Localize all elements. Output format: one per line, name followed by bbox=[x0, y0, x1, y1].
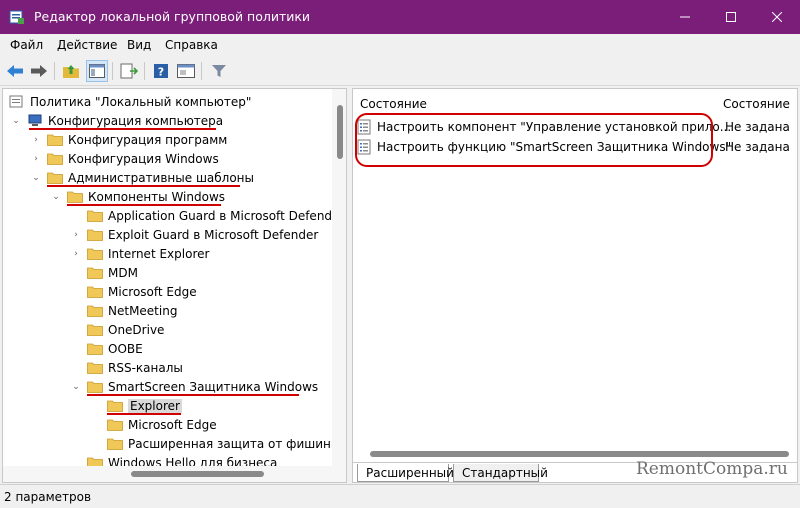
scrollbar-thumb[interactable] bbox=[131, 471, 264, 477]
tree-item-windows-config[interactable]: › Конфигурация Windows bbox=[31, 149, 219, 168]
maximize-icon bbox=[726, 12, 736, 22]
back-arrow-icon bbox=[7, 65, 23, 77]
tree-item-rss[interactable]: RSS-каналы bbox=[71, 358, 183, 377]
folder-icon bbox=[47, 172, 63, 184]
help-icon: ? bbox=[154, 64, 168, 79]
tree-item-onedrive[interactable]: OneDrive bbox=[71, 320, 164, 339]
chevron-down-icon[interactable]: ⌄ bbox=[31, 173, 41, 183]
menu-action[interactable]: Действие bbox=[57, 38, 117, 52]
chevron-down-icon[interactable]: ⌄ bbox=[51, 192, 61, 202]
folder-icon bbox=[87, 343, 103, 355]
chevron-down-icon[interactable]: ⌄ bbox=[11, 116, 21, 126]
annotation-underline bbox=[67, 204, 221, 206]
minimize-button[interactable] bbox=[662, 0, 708, 34]
tree-item-software-config[interactable]: › Конфигурация программ bbox=[31, 130, 227, 149]
status-bar: 2 параметров bbox=[0, 484, 800, 508]
column-header-name[interactable]: Состояние bbox=[360, 97, 427, 111]
folder-icon bbox=[87, 267, 103, 279]
tree-horizontal-scrollbar[interactable] bbox=[3, 466, 346, 482]
column-header-state[interactable]: Состояние bbox=[723, 97, 790, 111]
maximize-button[interactable] bbox=[708, 0, 754, 34]
toolbar: ? bbox=[0, 56, 800, 86]
chevron-down-icon[interactable]: ⌄ bbox=[71, 382, 81, 392]
folder-icon bbox=[87, 381, 103, 393]
setting-state: Не задана bbox=[725, 140, 790, 154]
filter-button[interactable] bbox=[208, 60, 230, 82]
tree-item-exploit-guard[interactable]: › Exploit Guard в Microsoft Defender bbox=[71, 225, 318, 244]
close-button[interactable] bbox=[754, 0, 800, 34]
status-text: 2 параметров bbox=[4, 490, 92, 504]
toolbar-separator bbox=[201, 62, 202, 80]
toolbar-separator bbox=[112, 62, 113, 80]
tree-item-application-guard[interactable]: Application Guard в Microsoft Defender bbox=[71, 206, 344, 225]
forward-arrow-icon bbox=[31, 65, 47, 77]
chevron-right-icon[interactable]: › bbox=[31, 154, 41, 164]
folder-icon bbox=[107, 400, 123, 412]
annotation-oval bbox=[355, 113, 713, 167]
title-bar: Редактор локальной групповой политики bbox=[0, 0, 800, 34]
show-tree-button[interactable] bbox=[86, 60, 108, 82]
tree-vertical-scrollbar[interactable] bbox=[332, 89, 346, 466]
toolbar-separator bbox=[144, 62, 145, 80]
menu-bar: Файл Действие Вид Справка bbox=[0, 34, 800, 56]
tree-item-microsoft-edge[interactable]: Microsoft Edge bbox=[71, 282, 197, 301]
annotation-underline bbox=[87, 394, 299, 396]
export-list-button[interactable] bbox=[118, 60, 140, 82]
svg-text:?: ? bbox=[158, 66, 164, 79]
annotation-underline bbox=[29, 128, 216, 130]
tree-item-internet-explorer[interactable]: › Internet Explorer bbox=[71, 244, 209, 263]
properties-icon bbox=[177, 64, 195, 78]
settings-list-pane[interactable]: Состояние Состояние Настроить компонент … bbox=[352, 88, 798, 483]
folder-icon bbox=[47, 153, 63, 165]
folder-icon bbox=[107, 419, 123, 431]
tree-item-phishing[interactable]: Расширенная защита от фишинга bbox=[91, 434, 345, 453]
scrollbar-thumb[interactable] bbox=[370, 451, 789, 457]
tree-pane[interactable]: Политика "Локальный компьютер" ⌄ Конфигу… bbox=[2, 88, 347, 483]
tree-item-oobe[interactable]: OOBE bbox=[71, 339, 143, 358]
folder-icon bbox=[47, 134, 63, 146]
folder-icon bbox=[87, 229, 103, 241]
folder-icon bbox=[87, 324, 103, 336]
computer-policy-icon bbox=[9, 95, 23, 108]
folder-icon bbox=[87, 305, 103, 317]
scrollbar-thumb[interactable] bbox=[337, 105, 343, 159]
menu-file[interactable]: Файл bbox=[10, 38, 43, 52]
menu-view[interactable]: Вид bbox=[127, 38, 151, 52]
folder-icon bbox=[67, 191, 83, 203]
watermark: RemontCompa.ru bbox=[636, 459, 788, 479]
window-title: Редактор локальной групповой политики bbox=[34, 9, 311, 24]
tree-root[interactable]: Политика "Локальный компьютер" bbox=[9, 92, 251, 111]
annotation-underline bbox=[107, 413, 181, 415]
gpedit-icon bbox=[9, 10, 24, 24]
tab-extended[interactable]: Расширенный bbox=[357, 464, 454, 482]
folder-icon bbox=[87, 362, 103, 374]
folder-icon bbox=[87, 286, 103, 298]
up-folder-button[interactable] bbox=[60, 60, 82, 82]
folder-icon bbox=[87, 248, 103, 260]
tree-item-smartscreen-edge[interactable]: Microsoft Edge bbox=[91, 415, 217, 434]
setting-state: Не задана bbox=[725, 120, 790, 134]
show-tree-icon bbox=[89, 64, 105, 78]
tree-item-netmeeting[interactable]: NetMeeting bbox=[71, 301, 177, 320]
annotation-underline bbox=[47, 185, 240, 187]
toolbar-separator bbox=[54, 62, 55, 80]
tab-standard[interactable]: Стандартный bbox=[453, 464, 548, 482]
computer-icon bbox=[28, 114, 42, 126]
export-list-icon bbox=[120, 63, 138, 79]
up-folder-icon bbox=[63, 65, 79, 78]
help-button[interactable]: ? bbox=[150, 60, 172, 82]
chevron-right-icon[interactable]: › bbox=[71, 230, 81, 240]
forward-button[interactable] bbox=[28, 60, 50, 82]
chevron-right-icon[interactable]: › bbox=[71, 249, 81, 259]
chevron-right-icon[interactable]: › bbox=[31, 135, 41, 145]
tree-item-mdm[interactable]: MDM bbox=[71, 263, 138, 282]
back-button[interactable] bbox=[4, 60, 26, 82]
close-icon bbox=[772, 12, 782, 22]
folder-icon bbox=[87, 210, 103, 222]
menu-help[interactable]: Справка bbox=[165, 38, 218, 52]
minimize-icon bbox=[680, 16, 690, 18]
properties-button[interactable] bbox=[175, 60, 197, 82]
filter-icon bbox=[212, 65, 226, 77]
folder-icon bbox=[107, 438, 123, 450]
